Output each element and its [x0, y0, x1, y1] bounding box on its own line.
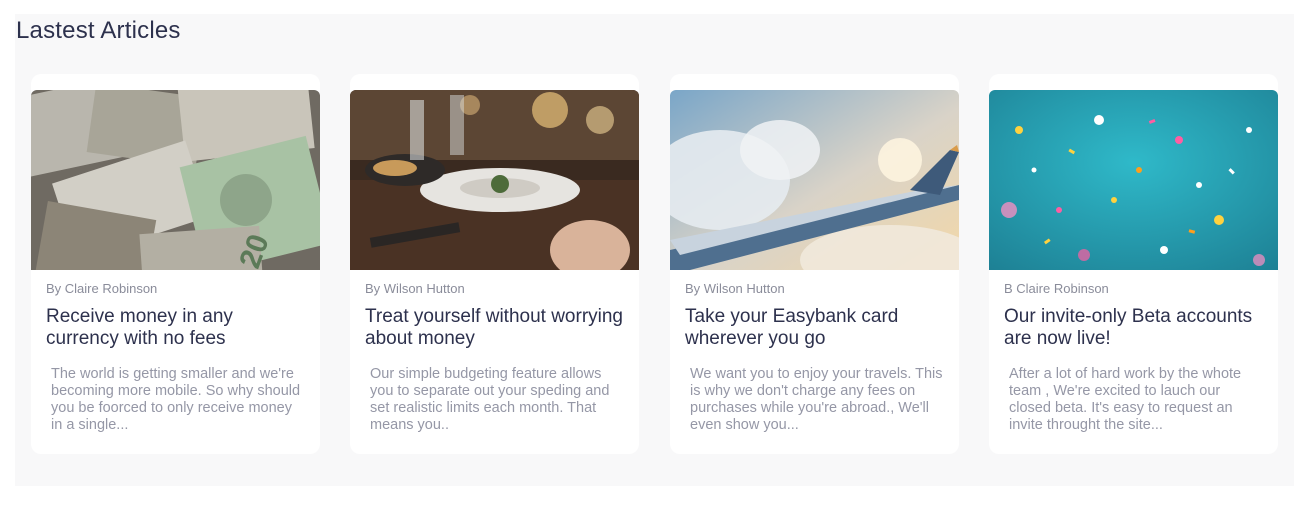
article-excerpt: Our simple budgeting feature allows you …	[370, 366, 610, 433]
article-card-restaurant[interactable]: By Wilson Hutton Treat yourself without …	[350, 74, 639, 454]
article-title[interactable]: Treat yourself without worrying about mo…	[365, 306, 627, 350]
article-title[interactable]: Our invite-only Beta accounts are now li…	[1004, 306, 1266, 350]
article-excerpt: The world is getting smaller and we're b…	[51, 366, 301, 433]
article-title[interactable]: Take your Easybank card wherever you go	[685, 306, 947, 350]
article-card-currency[interactable]: 20 By Claire Robinson Receive money in a…	[31, 74, 320, 454]
article-image-beta[interactable]	[989, 90, 1278, 270]
article-author: By Wilson Hutton	[685, 281, 785, 296]
article-image-currency[interactable]: 20	[31, 90, 320, 270]
article-author: By Claire Robinson	[46, 281, 158, 296]
section-title: Lastest Articles	[16, 17, 181, 44]
article-excerpt: After a lot of hard work by the whote te…	[1009, 366, 1242, 433]
article-image-restaurant[interactable]	[350, 90, 639, 270]
article-image-travel[interactable]	[670, 90, 959, 270]
article-card-beta[interactable]: B Claire Robinson Our invite-only Beta a…	[989, 74, 1278, 454]
article-card-travel[interactable]: By Wilson Hutton Take your Easybank card…	[670, 74, 959, 454]
article-excerpt: We want you to enjoy your travels. This …	[690, 366, 943, 433]
article-author: B Claire Robinson	[1004, 281, 1109, 296]
latest-articles-section: Lastest Articles 20 By Claire Robinson R…	[15, 14, 1294, 486]
article-author: By Wilson Hutton	[365, 281, 465, 296]
article-title[interactable]: Receive money in any currency with no fe…	[46, 306, 308, 350]
